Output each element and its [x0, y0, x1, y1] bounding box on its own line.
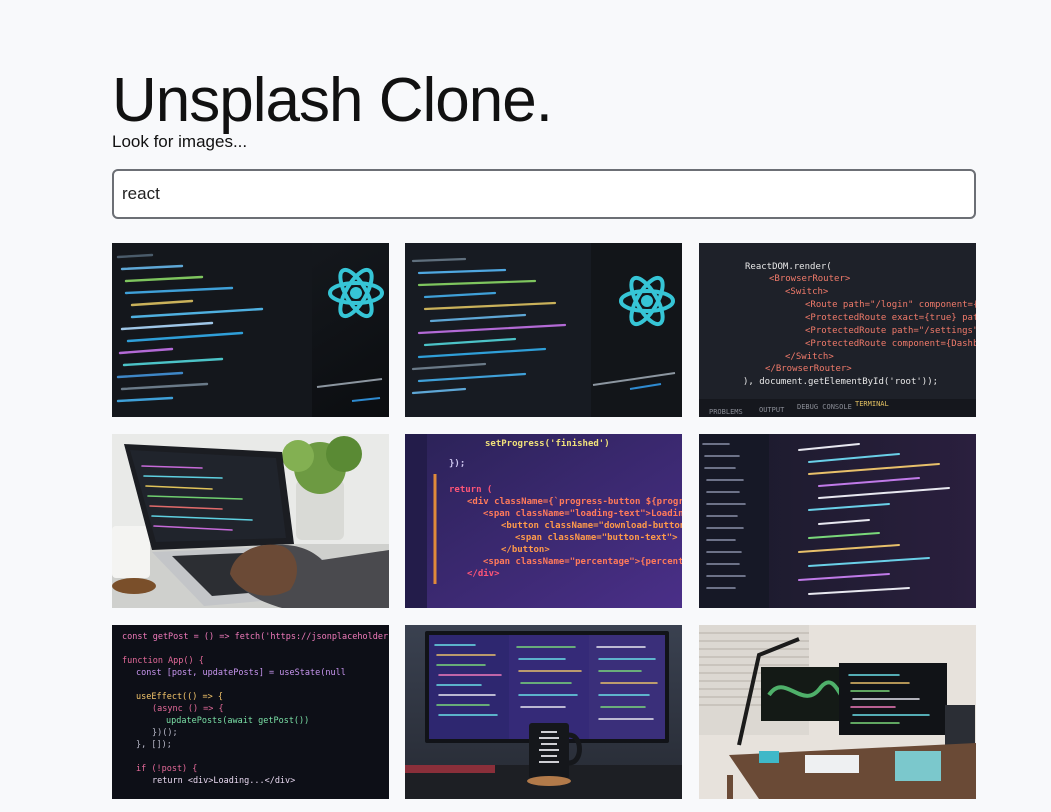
search-input[interactable] — [112, 169, 976, 219]
code-text: </div> — [467, 568, 500, 579]
image-tile-9[interactable] — [699, 625, 976, 799]
code-text: </button> — [501, 545, 550, 555]
code-text: function App() { — [122, 656, 204, 666]
code-text: setProgress('finished') — [485, 438, 610, 449]
code-text: const [post, updatePosts] = useState(nul… — [136, 668, 346, 678]
image-tile-5[interactable]: setProgress('finished') }); return ( <di… — [405, 434, 682, 608]
desk-setup-photo — [699, 625, 976, 799]
code-text: </BrowserRouter> — [765, 364, 852, 374]
code-text: return ( — [449, 485, 492, 495]
tab-label: PROBLEMS — [709, 408, 743, 416]
code-text: <ProtectedRoute component={Dashboard} /> — [805, 339, 976, 349]
code-text: }); — [449, 459, 465, 469]
code-text: useEffect(() => { — [136, 692, 223, 702]
code-text: return <div>Loading...</div> — [152, 776, 295, 786]
code-text: const getPost = () => fetch('https://jso… — [122, 632, 389, 642]
image-tile-6[interactable] — [699, 434, 976, 608]
search-label: Look for images... — [112, 132, 248, 151]
image-tile-7[interactable]: const getPost = () => fetch('https://jso… — [112, 625, 389, 799]
code-text: <ProtectedRoute path="/settings" compone — [805, 326, 976, 336]
editor-photo — [699, 434, 976, 608]
getpost-code-photo: const getPost = () => fetch('https://jso… — [112, 625, 389, 799]
code-text: </Switch> — [785, 352, 834, 362]
code-text: <ProtectedRoute exact={true} path="/" co — [805, 313, 976, 323]
image-tile-3[interactable]: ReactDOM.render( <BrowserRouter> <Switch… — [699, 243, 976, 417]
code-text: })(); — [152, 728, 178, 738]
code-text: <span className="percentage">{percentage… — [483, 557, 682, 567]
code-text: ), document.getElementById('root')); — [743, 377, 938, 387]
code-text: <BrowserRouter> — [769, 274, 851, 284]
reactdom-code-photo: ReactDOM.render( <BrowserRouter> <Switch… — [699, 243, 976, 417]
code-text: ReactDOM.render( — [745, 262, 832, 272]
tab-label: TERMINAL — [855, 400, 889, 408]
react-code-photo — [112, 243, 389, 417]
code-text: <Switch> — [785, 287, 829, 297]
code-text: <span className="loading-text">Loading..… — [483, 508, 682, 519]
code-text: <div className={`progress-button ${progr… — [467, 496, 682, 507]
code-text: if (!post) { — [136, 764, 197, 774]
code-text: <button className="download-button"> — [501, 521, 682, 531]
page-title: Unsplash Clone. — [112, 66, 553, 135]
image-tile-1[interactable] — [112, 243, 389, 417]
image-tile-2[interactable] — [405, 243, 682, 417]
code-text: <span className="button-text"> — [515, 533, 678, 543]
code-text: (async () => { — [152, 704, 224, 714]
monitor-mug-photo — [405, 625, 682, 799]
tab-label: OUTPUT — [759, 406, 785, 414]
progress-button-code-photo: setProgress('finished') }); return ( <di… — [405, 434, 682, 608]
code-text: }, []); — [136, 740, 172, 750]
code-text: <Route path="/login" component={Login} /… — [805, 300, 976, 310]
tab-label: DEBUG CONSOLE — [797, 403, 852, 411]
image-tile-4[interactable] — [112, 434, 389, 608]
react-code-photo — [405, 243, 682, 417]
code-text: updatePosts(await getPost()) — [166, 716, 309, 726]
image-tile-8[interactable] — [405, 625, 682, 799]
laptop-photo — [112, 434, 389, 608]
